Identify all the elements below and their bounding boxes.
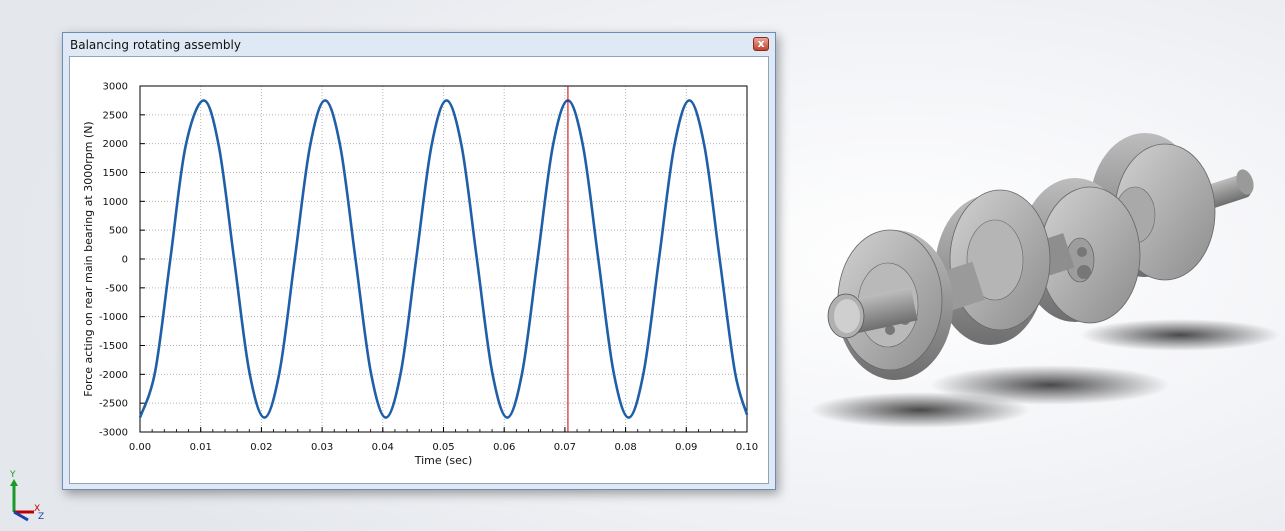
model-shadow [1080, 319, 1280, 351]
y-tick-label: -1500 [99, 341, 128, 352]
y-tick-label: -1000 [99, 312, 128, 323]
x-tick-label: 0.04 [372, 442, 394, 453]
dialog-title: Balancing rotating assembly [70, 38, 241, 52]
y-tick-label: -3000 [99, 428, 128, 439]
x-axis-label: Time (sec) [414, 454, 473, 467]
plot-frame: 0.00 0.01 0.02 0.03 0.04 0.05 0.06 0.07 0.08 0.09… [69, 56, 769, 484]
triad-y-label: Y [10, 470, 16, 480]
x-tick-label: 0.06 [493, 442, 515, 453]
x-tick-label: 0.10 [736, 442, 758, 453]
dialog-titlebar[interactable]: Balancing rotating assembly x [63, 33, 775, 55]
x-tick-label: 0.02 [250, 442, 272, 453]
x-tick-label: 0.05 [432, 442, 454, 453]
y-tick-label: 2500 [103, 110, 128, 121]
x-tick-label: 0.01 [190, 442, 212, 453]
y-tick-label: -500 [105, 283, 128, 294]
y-tick-label: 2000 [103, 139, 128, 150]
y-tick-label: -2000 [99, 370, 128, 381]
close-button[interactable]: x [753, 37, 769, 51]
x-tick-label: 0.07 [554, 442, 576, 453]
y-tick-label: 3000 [103, 82, 128, 93]
y-tick-label: 0 [122, 255, 128, 266]
y-tick-label: 1000 [103, 197, 128, 208]
model-shadow [930, 365, 1170, 405]
force-chart[interactable]: 0.00 0.01 0.02 0.03 0.04 0.05 0.06 0.07 0.08 0.09… [70, 57, 768, 483]
y-tick-label: -2500 [99, 399, 128, 410]
close-icon: x [757, 37, 765, 50]
x-tick-label: 0.09 [675, 442, 697, 453]
y-axis-label: Force acting on rear main bearing at 300… [82, 121, 95, 396]
balancing-dialog[interactable]: Balancing rotating assembly x 0.00 0.01 0.… [62, 32, 776, 490]
triad-z-label: Z [38, 512, 45, 522]
y-tick-label: 1500 [103, 168, 128, 179]
x-tick-label: 0.08 [614, 442, 636, 453]
coordinate-triad: Y X Z [4, 470, 50, 526]
x-tick-label: 0.00 [129, 442, 151, 453]
counterweight-disc-2 [935, 189, 1051, 345]
y-tick-label: 500 [109, 226, 128, 237]
x-tick-label: 0.03 [311, 442, 333, 453]
crankshaft-assembly-model[interactable] [790, 120, 1285, 450]
